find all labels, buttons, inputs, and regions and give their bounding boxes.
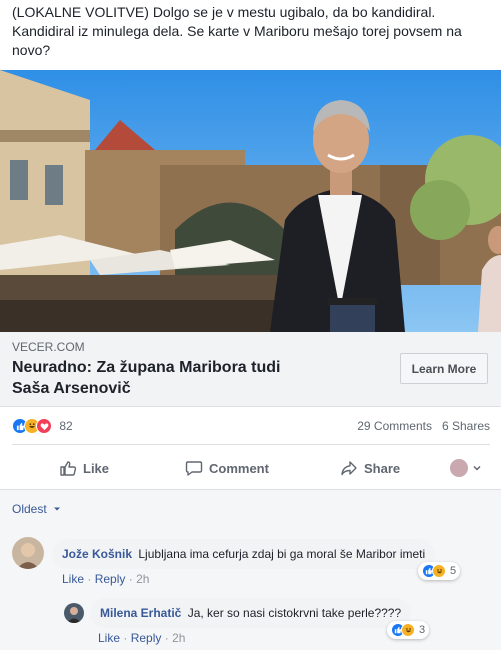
link-title[interactable]: Neuradno: Za župana Maribora tudi Saša A… xyxy=(12,357,312,399)
person-silhouette-icon xyxy=(17,543,39,569)
reply-bubble: Milena Erhatič Ja, ker so nasi cistokrvn… xyxy=(90,598,412,628)
comment-actions: Like · Reply · 2h xyxy=(98,631,186,645)
like-button[interactable]: Like xyxy=(59,452,109,484)
avatar[interactable] xyxy=(12,537,44,569)
comment-bubble: Jože Košnik Ljubljana ima cefurja zdaj b… xyxy=(52,539,436,569)
comment-actions: Like · Reply · 2h xyxy=(62,572,150,586)
chevron-down-icon xyxy=(473,465,481,471)
comment-sort-dropdown[interactable]: Oldest xyxy=(12,502,61,516)
comment-reply-link[interactable]: Reply xyxy=(95,572,126,586)
divider xyxy=(12,444,490,445)
thumbs-up-icon xyxy=(60,461,77,476)
haha-reaction-icon xyxy=(401,623,415,637)
reaction-icons[interactable] xyxy=(12,418,52,434)
comment-reply-link[interactable]: Reply xyxy=(131,631,162,645)
link-preview[interactable]: VECER.COM Neuradno: Za župana Maribora t… xyxy=(0,332,501,407)
like-label: Like xyxy=(83,460,110,476)
share-button[interactable]: Share xyxy=(340,452,400,484)
comment-reactions[interactable]: 3 xyxy=(387,621,430,639)
avatar[interactable] xyxy=(64,603,84,623)
page-avatar xyxy=(450,459,468,477)
comment-reaction-count: 3 xyxy=(419,624,426,636)
comment-author[interactable]: Milena Erhatič xyxy=(100,606,181,620)
comment-button[interactable]: Comment xyxy=(185,452,269,484)
reaction-count[interactable]: 82 xyxy=(59,419,72,433)
comment-like-link[interactable]: Like xyxy=(62,572,84,586)
sort-label: Oldest xyxy=(12,502,47,516)
caret-down-icon xyxy=(54,507,61,511)
reaction-as-selector[interactable] xyxy=(450,452,488,484)
share-arrow-icon xyxy=(341,461,357,476)
comment-author[interactable]: Jože Košnik xyxy=(62,547,132,561)
post-stats: 82 29 Comments 6 Shares xyxy=(12,418,490,436)
share-label: Share xyxy=(364,460,401,476)
comment-icon xyxy=(185,461,203,476)
comment-time[interactable]: 2h xyxy=(172,631,185,645)
comment-label: Comment xyxy=(209,460,269,476)
comment-time[interactable]: 2h xyxy=(136,572,149,586)
person-silhouette-icon xyxy=(67,607,81,623)
comments-section: Oldest Jože Košnik Ljubljana ima cefurja… xyxy=(0,490,501,650)
shares-count[interactable]: 6 Shares xyxy=(442,419,490,433)
comment-text: Ja, ker so nasi cistokrvni take perle???… xyxy=(187,606,402,620)
comment-reactions[interactable]: 5 xyxy=(418,562,461,580)
photo-illustration xyxy=(0,70,501,332)
action-bar: Like Comment Share xyxy=(12,452,490,484)
haha-reaction-icon xyxy=(432,564,446,578)
love-reaction-icon xyxy=(36,418,52,434)
post-photo[interactable] xyxy=(0,70,501,332)
link-domain: VECER.COM xyxy=(12,340,85,354)
learn-more-button[interactable]: Learn More xyxy=(400,353,488,384)
post-text: (LOKALNE VOLITVE) Dolgo se je v mestu ug… xyxy=(12,4,462,58)
comments-count[interactable]: 29 Comments xyxy=(357,419,432,433)
comment-text: Ljubljana ima cefurja zdaj bi ga moral š… xyxy=(138,547,426,561)
comment-reaction-count: 5 xyxy=(450,565,457,577)
comment-like-link[interactable]: Like xyxy=(98,631,120,645)
